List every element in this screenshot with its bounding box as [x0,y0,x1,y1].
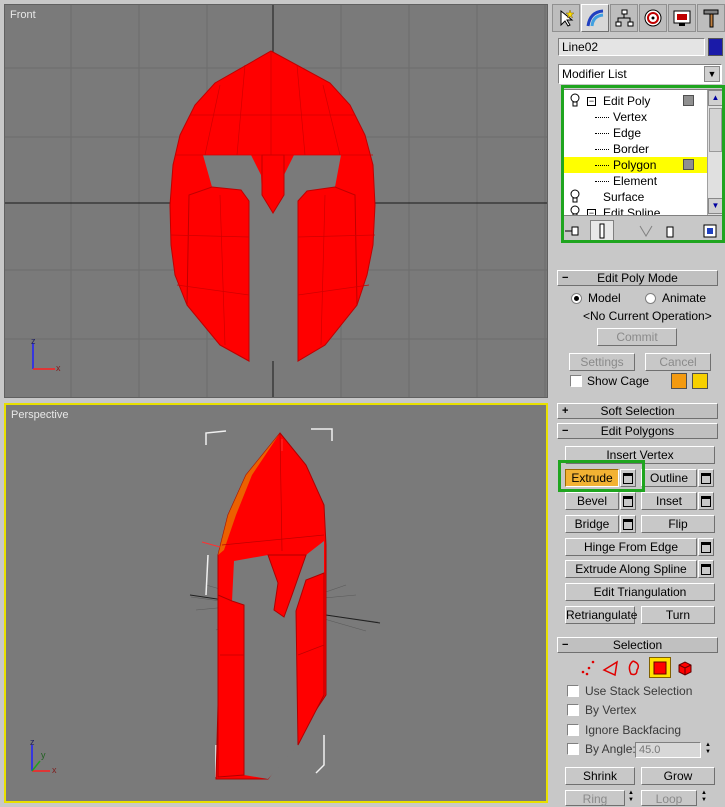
persp-axis-x-label: x [52,765,57,775]
hinge-from-edge-button[interactable]: Hinge From Edge [565,538,697,556]
hammer-icon [703,9,719,28]
modifier-list-dropdown[interactable]: Modifier List ▼ [558,64,722,84]
front-axis-z-label: z [31,336,36,346]
front-axis-gizmo [32,343,55,370]
front-axis-x-label: x [56,363,61,373]
animate-radio[interactable] [645,293,656,304]
helmet-mesh-perspective[interactable] [215,432,327,780]
turn-button[interactable]: Turn [641,606,715,624]
bridge-settings-icon[interactable] [620,515,636,533]
max-window: Front z x Perspective z x y Line02 Modif… [0,0,725,807]
rollout-title: Edit Polygons [600,424,675,438]
perspective-viewport-canvas [31,428,381,780]
perspective-viewport-label[interactable]: Perspective [11,409,68,421]
modifier-list-label: Modifier List [562,67,627,81]
outline-settings-icon[interactable] [698,469,714,487]
cancel-button[interactable]: Cancel [645,353,711,371]
rainbow-arc-icon [586,9,604,27]
model-radio[interactable] [571,293,582,304]
use-stack-selection-checkbox[interactable] [567,685,579,697]
current-operation-status: <No Current Operation> [583,309,712,323]
angle-spinner-arrows-icon[interactable]: ▲ ▼ [703,742,713,758]
rollout-title: Soft Selection [600,404,675,418]
settings-button[interactable]: Settings [569,353,635,371]
ignore-backfacing-checkbox[interactable] [567,724,579,736]
use-stack-selection-label: Use Stack Selection [585,684,693,698]
edit-triangulation-button[interactable]: Edit Triangulation [565,583,715,601]
extrude-highlight-box [558,460,645,492]
hierarchy-icon [615,9,634,27]
by-angle-label: By Angle: [585,742,636,756]
extrude-along-spline-settings-icon[interactable] [698,560,714,578]
command-panel: Line02 Modifier List ▼ − Edit Poly Verte… [551,0,725,807]
ring-spinner-icon[interactable]: ▲ ▼ [626,790,636,806]
create-tab[interactable] [552,4,580,32]
commit-button[interactable]: Commit [597,328,677,346]
edit-poly-mode-rollout[interactable]: − Edit Poly Mode [557,270,718,286]
loop-spinner-icon[interactable]: ▲ ▼ [699,790,709,806]
bridge-button[interactable]: Bridge [565,515,619,533]
retriangulate-button[interactable]: Retriangulate [565,606,637,624]
by-vertex-checkbox[interactable] [567,704,579,716]
flip-button[interactable]: Flip [641,515,715,533]
bevel-button[interactable]: Bevel [565,492,619,510]
soft-selection-rollout[interactable]: + Soft Selection [557,403,718,419]
cage-selected-color-swatch[interactable] [692,373,708,389]
chevron-down-icon[interactable]: ▼ [704,66,720,82]
motion-disc-icon [644,9,662,27]
inset-settings-icon[interactable] [698,492,714,510]
front-viewport-label[interactable]: Front [10,9,36,21]
ignore-backfacing-label: Ignore Backfacing [585,723,682,737]
polygon-mode-icon[interactable] [649,657,671,678]
rollout-title: Edit Poly Mode [597,271,678,285]
edge-mode-icon[interactable] [601,658,621,678]
ring-button[interactable]: Ring [565,790,625,806]
hierarchy-tab[interactable] [610,4,638,32]
hinge-settings-icon[interactable] [698,538,714,556]
persp-axis-z-label: z [30,737,35,747]
shrink-button[interactable]: Shrink [565,767,635,785]
stack-highlight-box [561,85,725,243]
rollout-title: Selection [612,638,663,652]
motion-tab[interactable] [639,4,667,32]
perspective-viewport[interactable]: Perspective z x y [4,403,548,803]
monitor-icon [673,10,691,26]
angle-spinner-field[interactable]: 45.0 [635,742,701,758]
by-vertex-label: By Vertex [585,703,637,717]
command-panel-tabs [551,4,725,32]
helmet-mesh-front[interactable] [169,50,376,362]
grow-button[interactable]: Grow [641,767,715,785]
expand-sign: + [562,405,569,417]
loop-button[interactable]: Loop [641,790,697,806]
border-mode-icon[interactable] [625,658,645,678]
vertex-mode-icon[interactable] [579,658,599,678]
cursor-star-icon [560,9,575,27]
show-cage-label: Show Cage [587,374,650,388]
bevel-settings-icon[interactable] [620,492,636,510]
edit-polygons-rollout[interactable]: − Edit Polygons [557,423,718,439]
display-tab[interactable] [668,4,696,32]
selection-rollout[interactable]: − Selection [557,637,718,653]
utilities-tab[interactable] [697,4,725,32]
cage-color-swatch[interactable] [671,373,687,389]
by-angle-checkbox[interactable] [567,743,579,755]
front-viewport-canvas [5,5,547,397]
animate-label: Animate [662,291,707,305]
inset-button[interactable]: Inset [641,492,697,510]
front-viewport[interactable]: Front z x [4,4,548,398]
modify-tab[interactable] [581,4,609,32]
element-mode-icon[interactable] [675,658,695,678]
show-cage-checkbox[interactable] [570,375,582,387]
object-color-swatch[interactable] [708,38,723,56]
object-name-field[interactable]: Line02 [558,38,705,56]
extrude-along-spline-button[interactable]: Extrude Along Spline [565,560,697,578]
model-label: Model [588,291,621,305]
persp-axis-y-label: y [41,750,46,760]
outline-button[interactable]: Outline [641,469,697,487]
